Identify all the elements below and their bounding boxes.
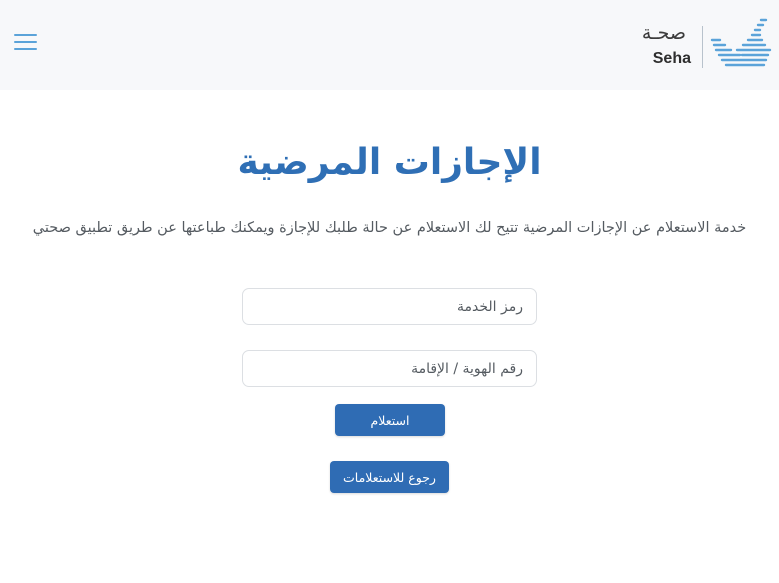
seha-check-logo-icon bbox=[710, 18, 772, 67]
id-number-input[interactable] bbox=[242, 350, 537, 387]
hamburger-menu-icon[interactable] bbox=[14, 31, 38, 51]
logo-text-english: Seha bbox=[652, 50, 691, 67]
page-description: خدمة الاستعلام عن الإجازات المرضية تتيح … bbox=[32, 220, 747, 236]
back-to-inquiries-button[interactable]: رجوع للاستعلامات bbox=[330, 461, 449, 493]
seha-logo[interactable]: صحـة Seha bbox=[640, 18, 772, 72]
top-header: صحـة Seha bbox=[0, 0, 779, 90]
page-title: الإجازات المرضية bbox=[237, 142, 542, 183]
logo-divider bbox=[702, 26, 703, 68]
inquiry-button[interactable]: استعلام bbox=[335, 404, 445, 436]
menu-bar bbox=[14, 41, 37, 43]
menu-bar bbox=[14, 34, 37, 36]
service-code-input[interactable] bbox=[242, 288, 537, 325]
menu-bar bbox=[14, 48, 37, 50]
logo-text-arabic: صحـة bbox=[641, 22, 686, 44]
